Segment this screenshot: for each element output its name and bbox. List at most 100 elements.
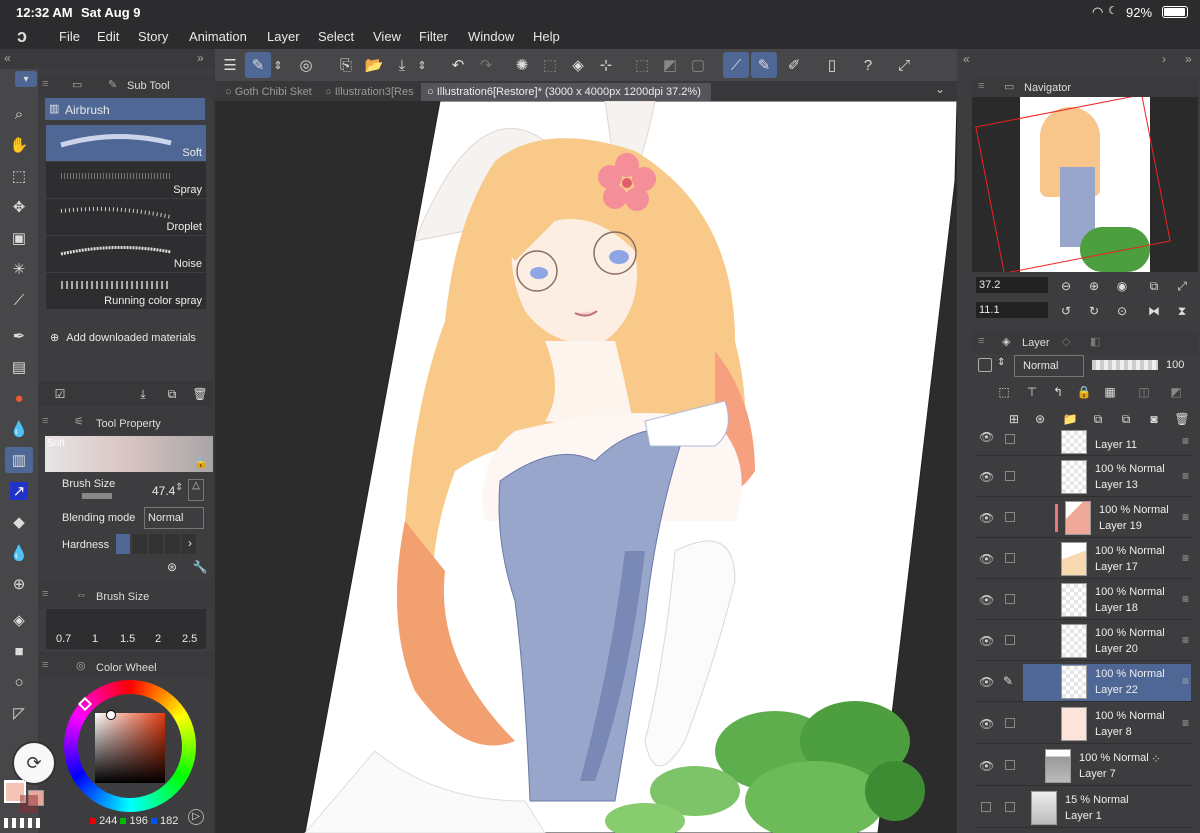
layer-checkbox[interactable]	[1005, 718, 1015, 728]
undo-icon[interactable]: ↶	[445, 52, 471, 78]
menu-layer[interactable]: Layer	[267, 29, 300, 44]
layer-row-selected[interactable]: 👁 ✎ 100 % Normal Layer 22 ≡	[975, 662, 1193, 702]
preset-size-3[interactable]: 2	[155, 633, 161, 645]
import-icon[interactable]: ⤓	[133, 384, 153, 404]
layer-row[interactable]: 👁 100 % Normal Layer 8 ≡	[975, 704, 1193, 744]
subtool-settings-icon[interactable]: ☑	[50, 384, 70, 404]
layer-color-icon[interactable]	[978, 358, 992, 372]
drag-handle-icon[interactable]: ≡	[1182, 434, 1189, 448]
app-logo-icon[interactable]: ↄ	[17, 26, 27, 47]
pencil-tool-icon[interactable]: ▤	[5, 354, 33, 380]
layer-row[interactable]: 👁 100 % Normal Layer 18 ≡	[975, 580, 1193, 620]
tool-menu-toggle[interactable]: ▾	[15, 71, 37, 87]
menu-animation[interactable]: Animation	[189, 29, 247, 44]
new-file-icon[interactable]: ⎘	[333, 52, 359, 78]
eye-icon[interactable]: 👁	[979, 717, 994, 731]
watercolor-tool-icon[interactable]: 💧	[5, 416, 33, 442]
eyedropper-icon[interactable]: ⟋	[5, 287, 33, 313]
brush-tool-icon[interactable]: ●	[5, 385, 33, 411]
layer-checkbox[interactable]	[981, 802, 991, 812]
expand-right-icon[interactable]: »	[197, 51, 204, 65]
duplicate-icon[interactable]: ⧉	[162, 384, 182, 404]
actual-size-icon[interactable]: ⧉	[1144, 276, 1164, 296]
background-color-swatch[interactable]	[20, 795, 38, 813]
lasso-tool-icon[interactable]: ▣	[5, 225, 33, 251]
save-icon[interactable]: ⤓	[389, 52, 415, 78]
brush-snap-icon[interactable]: ✎	[751, 52, 777, 78]
gradient-tool-icon[interactable]: ■	[5, 638, 33, 664]
crop-icon[interactable]: ⬚	[537, 52, 563, 78]
eye-icon[interactable]: 👁	[979, 470, 994, 484]
pen-line-icon[interactable]: ✐	[781, 52, 807, 78]
fullscreen-icon[interactable]: ⤢	[891, 52, 917, 78]
hand-tool-icon[interactable]: ✋	[5, 132, 33, 158]
artwork[interactable]	[215, 101, 957, 833]
blending-mode-select[interactable]: Normal	[144, 507, 204, 529]
ruler-tool-icon[interactable]: ◸	[5, 700, 33, 726]
layer-tab-2-icon[interactable]: ◇	[1062, 335, 1070, 348]
preset-size-2[interactable]: 1.5	[120, 633, 135, 645]
flip-horizontal-icon[interactable]: ⧓	[1144, 301, 1164, 321]
drag-handle-icon[interactable]: ≡	[1182, 551, 1189, 565]
layer-checkbox[interactable]	[1005, 553, 1015, 563]
layer-checkbox[interactable]	[1005, 760, 1015, 770]
ruler-layer-icon[interactable]: ⊤	[1022, 382, 1042, 402]
transform-icon[interactable]: ⊹	[593, 52, 619, 78]
saturation-value-square[interactable]	[95, 710, 165, 783]
tab-illustration6[interactable]: ○ Illustration6[Restore]* (3000 x 4000px…	[421, 83, 711, 101]
companion-icon[interactable]: ▯	[819, 52, 845, 78]
collapse-left-icon-r[interactable]: «	[963, 52, 970, 66]
brush-soft[interactable]: Soft	[46, 125, 206, 161]
eye-icon[interactable]: 👁	[979, 430, 994, 444]
brush-droplet[interactable]: Droplet	[46, 199, 206, 235]
layer-checkbox[interactable]	[1005, 594, 1015, 604]
select-all-icon[interactable]: ▢	[685, 52, 711, 78]
opacity-slider[interactable]	[1092, 360, 1158, 370]
airbrush-group[interactable]: ▥ Airbrush	[45, 98, 205, 120]
preset-size-1[interactable]: 1	[92, 633, 98, 645]
collapse-left-icon[interactable]: «	[4, 51, 11, 65]
rotate-left-icon[interactable]: ↺	[1056, 301, 1076, 321]
brush-size-bar[interactable]	[82, 493, 112, 499]
expand-right-icon-r[interactable]: »	[1185, 52, 1192, 66]
tabs-chevron-down-icon[interactable]: ⌄	[935, 82, 945, 96]
chevron-updown-icon[interactable]: ⇕	[271, 52, 285, 78]
menu-view[interactable]: View	[373, 29, 401, 44]
collapse-arrow-icon[interactable]: ›	[1162, 52, 1166, 66]
menu-filter[interactable]: Filter	[419, 29, 448, 44]
opacity-value[interactable]: 100	[1166, 359, 1184, 371]
zoom-field[interactable]: 37.2	[976, 277, 1048, 293]
drag-handle-icon[interactable]: ≡	[1182, 716, 1189, 730]
clip-icon[interactable]: ↰	[1048, 382, 1068, 402]
object-tool-icon[interactable]: ⬚	[5, 163, 33, 189]
quick-access-icon[interactable]: ✎	[245, 52, 271, 78]
reset-rotation-icon[interactable]: ⊙	[1112, 301, 1132, 321]
auto-select-icon[interactable]: ✳	[5, 256, 33, 282]
layer-checkbox[interactable]	[1005, 471, 1015, 481]
rotate-field[interactable]: 11.1	[976, 302, 1048, 318]
drag-handle-icon[interactable]: ≡	[1182, 469, 1189, 483]
blend-tool-icon[interactable]: 💧	[5, 540, 33, 566]
layer-row[interactable]: 👁 Layer 11 ≡	[975, 426, 1193, 456]
transparent-color-swatch[interactable]	[4, 818, 40, 828]
menu-select[interactable]: Select	[318, 29, 354, 44]
layer-row[interactable]: 👁 100 % Normal Layer 20 ≡	[975, 621, 1193, 661]
navigator-viewport[interactable]	[975, 97, 1171, 272]
navigator-preview[interactable]	[972, 97, 1198, 272]
layer-checkbox[interactable]	[1005, 635, 1015, 645]
help-icon[interactable]: ?	[855, 52, 881, 78]
brush-running-color-spray[interactable]: Running color spray	[46, 273, 206, 309]
wrench-icon[interactable]: 🔧	[190, 557, 210, 577]
lock-alpha-icon[interactable]: ▦	[1100, 382, 1120, 402]
deselect-icon[interactable]: ⬚	[629, 52, 655, 78]
stepper-icon[interactable]: ⇕	[997, 357, 1005, 368]
rotate-right-icon[interactable]: ↻	[1084, 301, 1104, 321]
sv-picker[interactable]	[106, 710, 116, 720]
swap-colors-icon[interactable]: ⟳	[12, 741, 56, 785]
drag-handle-icon[interactable]: ≡	[1182, 510, 1189, 524]
open-folder-icon[interactable]: 📂	[361, 52, 387, 78]
figure-tool-icon[interactable]: ⊕	[5, 571, 33, 597]
trash-icon[interactable]: 🗑	[190, 384, 210, 404]
fill-bucket-icon[interactable]: ◈	[565, 52, 591, 78]
reset-icon[interactable]: ⊛	[162, 557, 182, 577]
